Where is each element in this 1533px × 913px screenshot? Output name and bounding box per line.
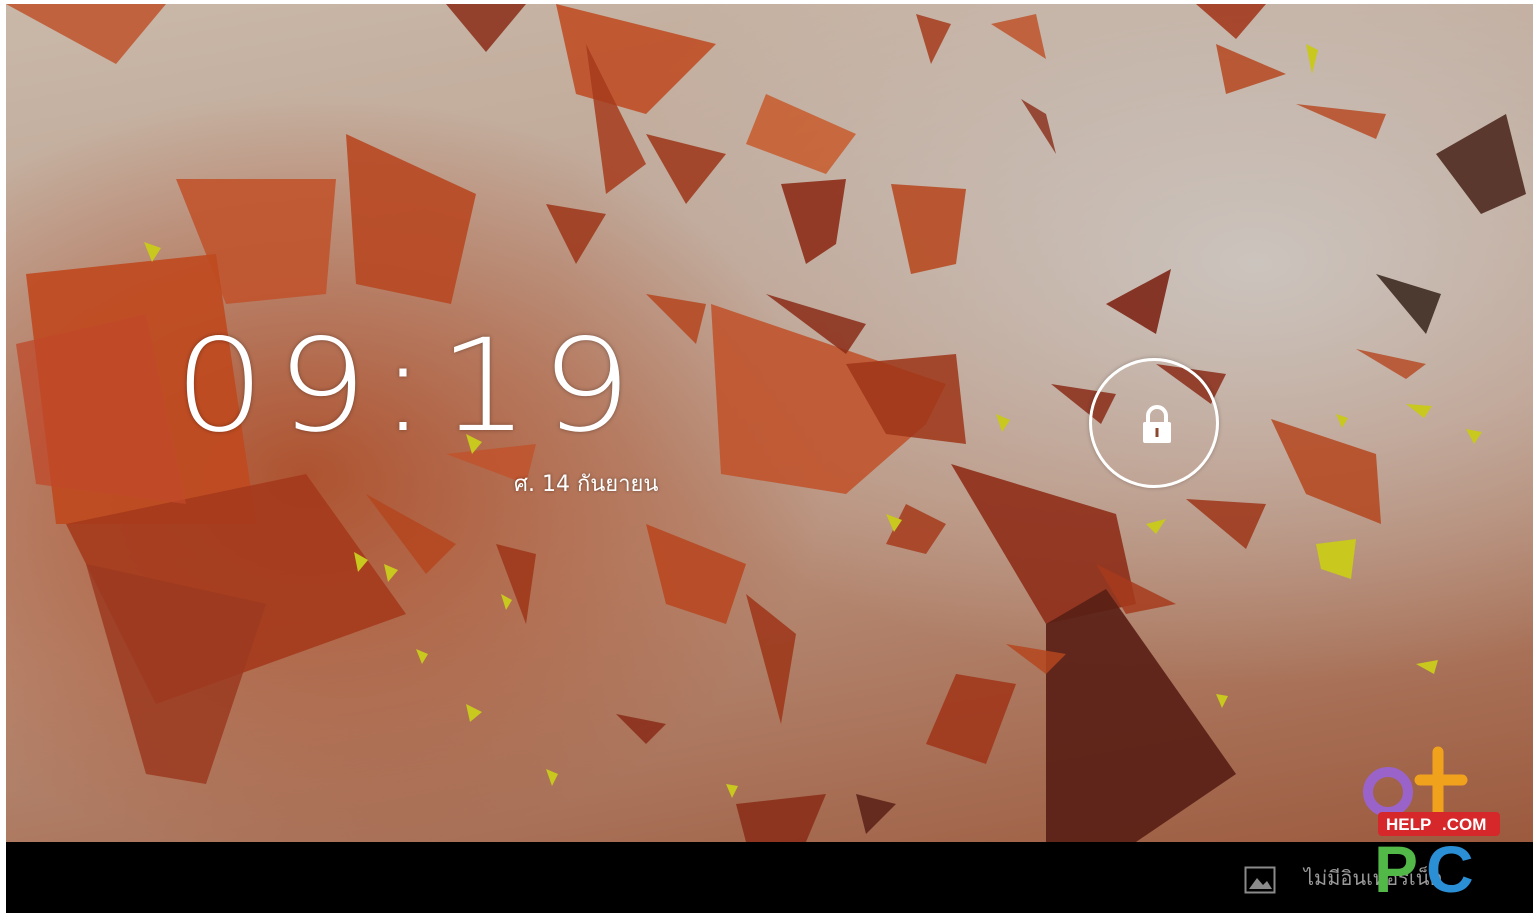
system-navigation-bar: ไม่มีอินเทอร์เน็ต [6, 842, 1533, 913]
svg-text:C: C [1426, 832, 1474, 900]
svg-text:P: P [1374, 832, 1418, 900]
lockscreen-date: ศ. 14 กันยายน [514, 472, 659, 497]
helppc-watermark-logo: HELP .COM P C [1363, 746, 1500, 900]
lockscreen-clock: 09:19 [174, 312, 644, 461]
lock-icon [1143, 405, 1171, 443]
unlock-handle[interactable] [1089, 358, 1219, 488]
wallpaper: 09:19 ศ. 14 กันยายน [6, 4, 1533, 842]
lock-screen: 09:19 ศ. 14 กันยายน ไม่มีอินเทอร์เน็ต HE… [0, 0, 1533, 913]
image-icon [1244, 866, 1276, 894]
